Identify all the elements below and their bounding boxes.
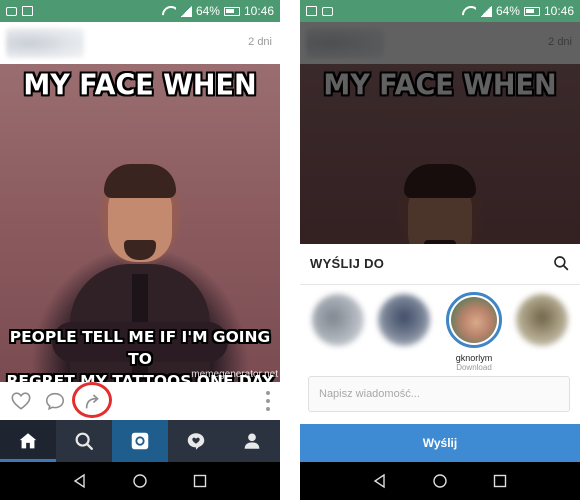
message-input[interactable] xyxy=(308,376,570,412)
post-time: 2 dni xyxy=(248,36,272,48)
tab-profile[interactable] xyxy=(224,420,280,462)
recipient-avatar[interactable] xyxy=(378,294,430,346)
wifi-icon xyxy=(462,6,476,16)
recents-icon[interactable] xyxy=(191,472,209,490)
tab-home[interactable] xyxy=(0,420,56,462)
phone-screen-feed: 64% 10:46 2 dni MY FACE WHEN PEOPLE TELL… xyxy=(0,0,280,500)
battery-icon xyxy=(223,6,240,16)
recipient-avatar-selected[interactable] xyxy=(446,292,502,348)
status-bar: 64% 10:46 xyxy=(300,0,580,22)
meme-watermark: memegenerator.net xyxy=(191,369,278,380)
home-icon xyxy=(19,433,37,449)
meme-top-text: MY FACE WHEN xyxy=(23,69,257,102)
bottom-tab-bar xyxy=(0,420,280,462)
status-bar: 64% 10:46 xyxy=(0,0,280,22)
notification-icon xyxy=(322,6,333,16)
gallery-notification-icon xyxy=(22,6,33,16)
recipient-avatar[interactable] xyxy=(516,294,568,346)
clock: 10:46 xyxy=(243,4,274,18)
home-circle-icon[interactable] xyxy=(131,472,149,490)
divider xyxy=(300,284,580,285)
camera-icon xyxy=(131,432,149,450)
meme-bottom-line-1: PEOPLE TELL ME IF I'M GOING TO xyxy=(9,328,271,368)
recipient-avatar[interactable] xyxy=(312,294,364,346)
highlight-circle xyxy=(72,382,112,418)
more-vertical-icon[interactable] xyxy=(266,391,270,411)
gallery-notification-icon xyxy=(306,6,317,16)
recipient-subtitle: Download xyxy=(456,363,492,372)
tab-search[interactable] xyxy=(56,420,112,462)
recipient-name: gknorlym xyxy=(455,353,493,363)
search-icon xyxy=(75,432,93,450)
signal-icon xyxy=(179,5,192,17)
avatar xyxy=(451,297,497,343)
blurred-username[interactable] xyxy=(6,28,84,58)
back-icon[interactable] xyxy=(71,472,89,490)
recents-icon[interactable] xyxy=(491,472,509,490)
post-image[interactable]: MY FACE WHEN PEOPLE TELL ME IF I'M GOING… xyxy=(0,64,280,382)
heart-icon[interactable] xyxy=(10,390,32,412)
battery-icon xyxy=(523,6,540,16)
clock: 10:46 xyxy=(543,4,574,18)
battery-percent: 64% xyxy=(195,4,220,18)
profile-icon xyxy=(244,433,260,449)
android-nav-bar xyxy=(300,462,580,500)
share-sheet: WYŚLIJ DO gknorlym Download Wyślij xyxy=(300,244,580,462)
tab-camera[interactable] xyxy=(112,420,168,462)
search-icon[interactable] xyxy=(552,254,570,272)
send-button[interactable]: Wyślij xyxy=(300,424,580,462)
dim-overlay[interactable] xyxy=(300,22,580,246)
tab-activity[interactable] xyxy=(168,420,224,462)
battery-percent: 64% xyxy=(495,4,520,18)
share-sheet-title: WYŚLIJ DO xyxy=(310,256,385,271)
wifi-icon xyxy=(162,6,176,16)
post-actions xyxy=(0,382,280,420)
comment-icon[interactable] xyxy=(44,390,66,412)
android-nav-bar xyxy=(0,462,280,500)
phone-screen-share: 64% 10:46 2 dni MY FACE WHEN WYŚLIJ DO xyxy=(300,0,580,500)
activity-icon xyxy=(187,433,205,450)
home-circle-icon[interactable] xyxy=(431,472,449,490)
notification-icon xyxy=(6,6,17,16)
recipient-list: gknorlym Download xyxy=(300,290,580,372)
post-header: 2 dni xyxy=(0,22,280,64)
back-icon[interactable] xyxy=(371,472,389,490)
signal-icon xyxy=(479,5,492,17)
